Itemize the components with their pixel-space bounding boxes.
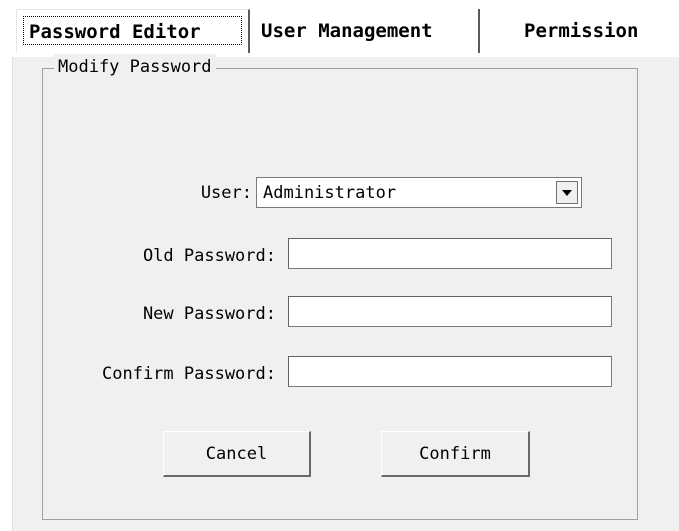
confirm-password-field[interactable]: [288, 356, 612, 387]
user-select[interactable]: Administrator: [256, 177, 582, 208]
cancel-button[interactable]: Cancel: [163, 431, 311, 477]
confirm-password-label: Confirm Password:: [102, 364, 276, 384]
old-password-label: Old Password:: [142, 246, 276, 266]
tab-bar: Password Editor User Management Permissi…: [0, 0, 679, 58]
modify-password-group: [42, 68, 638, 520]
user-select-value: Administrator: [263, 183, 397, 203]
tab-label: User Management: [261, 20, 433, 42]
tab-permission[interactable]: Permission: [482, 9, 679, 53]
focus-rectangle: [23, 16, 242, 45]
user-select-dropdown-button[interactable]: [556, 181, 578, 204]
chevron-down-icon: [562, 189, 572, 196]
tab-user-management[interactable]: User Management: [251, 9, 480, 53]
tab-password-editor[interactable]: Password Editor: [16, 9, 250, 53]
new-password-field[interactable]: [288, 296, 612, 327]
old-password-field[interactable]: [288, 238, 612, 269]
new-password-label: New Password:: [142, 304, 276, 324]
user-label: User:: [200, 183, 252, 203]
group-title: Modify Password: [54, 54, 216, 80]
tab-label: Permission: [524, 20, 639, 42]
confirm-button[interactable]: Confirm: [381, 431, 530, 477]
